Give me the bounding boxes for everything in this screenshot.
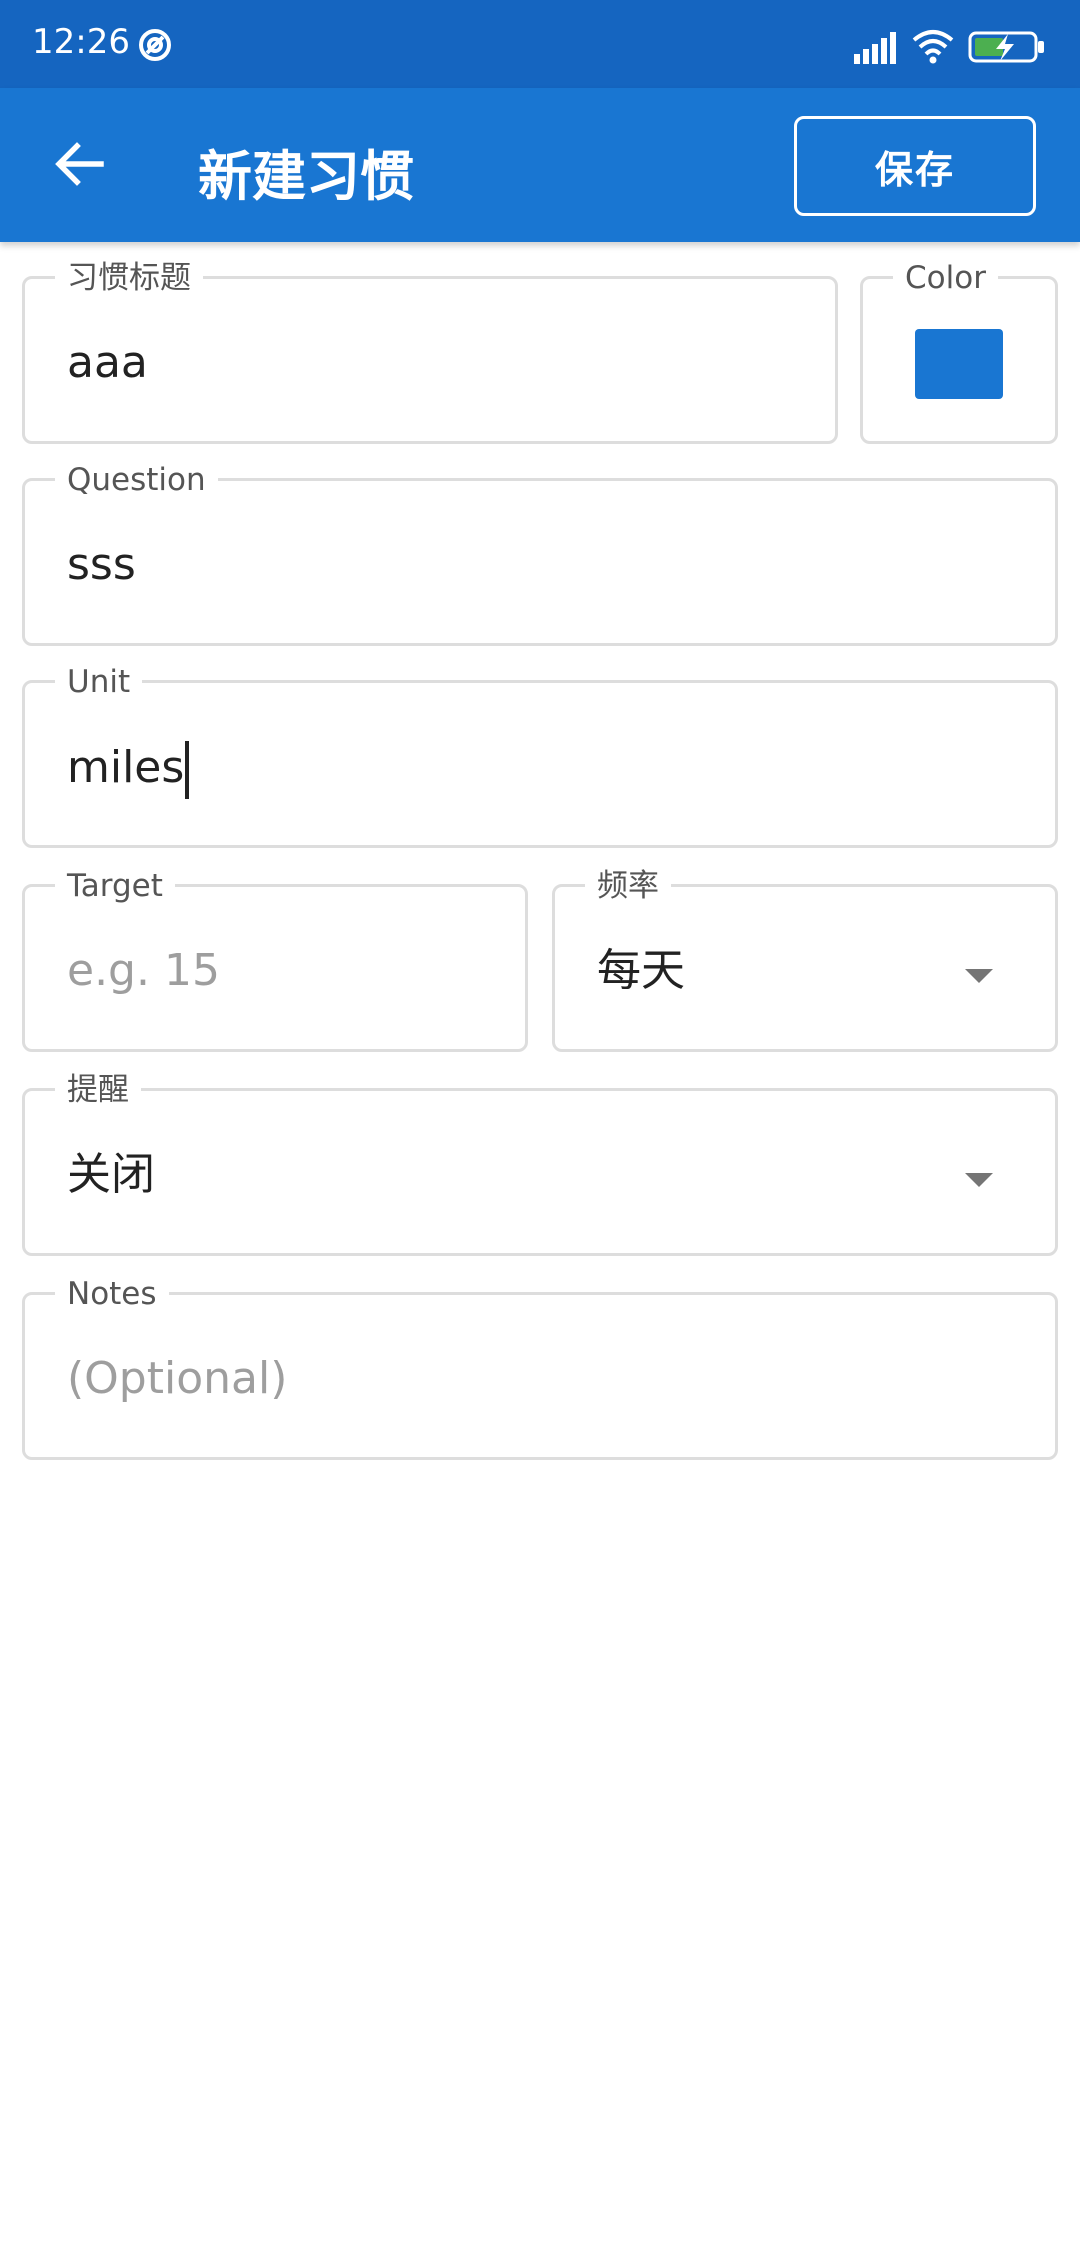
dropdown-arrow-icon[interactable] <box>965 1173 993 1187</box>
unit-field[interactable]: Unit miles <box>22 663 1058 848</box>
text-cursor <box>185 741 190 799</box>
color-swatch[interactable] <box>915 329 1003 399</box>
frequency-select[interactable]: 每天 <box>597 945 685 997</box>
unit-input-wrapper[interactable]: miles <box>67 741 190 799</box>
question-field[interactable]: Question sss <box>22 461 1058 646</box>
save-button[interactable]: 保存 <box>794 116 1036 216</box>
back-button[interactable] <box>40 124 120 204</box>
notes-input[interactable]: (Optional) <box>67 1353 287 1405</box>
habit-title-field[interactable]: 习惯标题 aaa <box>22 259 838 444</box>
dropdown-arrow-icon[interactable] <box>965 969 993 983</box>
signal-icon <box>854 32 896 64</box>
habit-title-input[interactable]: aaa <box>67 337 148 389</box>
question-label: Question <box>55 461 218 499</box>
color-label: Color <box>893 259 998 297</box>
status-time: 12:26 <box>32 22 130 62</box>
arrow-back-icon <box>55 142 104 186</box>
color-field[interactable]: Color <box>860 259 1058 444</box>
frequency-label: 频率 <box>585 867 671 905</box>
target-field[interactable]: Target e.g. 15 <box>22 867 528 1052</box>
target-label: Target <box>55 867 175 905</box>
sync-icon <box>139 29 171 61</box>
reminder-field[interactable]: 提醒 关闭 <box>22 1071 1058 1256</box>
reminder-select[interactable]: 关闭 <box>67 1149 155 1201</box>
page-title: 新建习惯 <box>198 145 414 208</box>
habit-title-label: 习惯标题 <box>55 259 203 297</box>
frequency-field[interactable]: 频率 每天 <box>552 867 1058 1052</box>
unit-label: Unit <box>55 663 143 701</box>
battery-charging-icon <box>968 31 1044 63</box>
notes-label: Notes <box>55 1275 169 1313</box>
question-input[interactable]: sss <box>67 539 136 591</box>
wifi-icon <box>912 30 954 64</box>
unit-input[interactable]: miles <box>67 742 184 793</box>
target-input[interactable]: e.g. 15 <box>67 945 220 997</box>
reminder-label: 提醒 <box>55 1071 141 1109</box>
notes-field[interactable]: Notes (Optional) <box>22 1275 1058 1460</box>
app-bar: 新建习惯 保存 <box>0 88 1080 242</box>
status-bar: 12:26 <box>0 0 1080 88</box>
